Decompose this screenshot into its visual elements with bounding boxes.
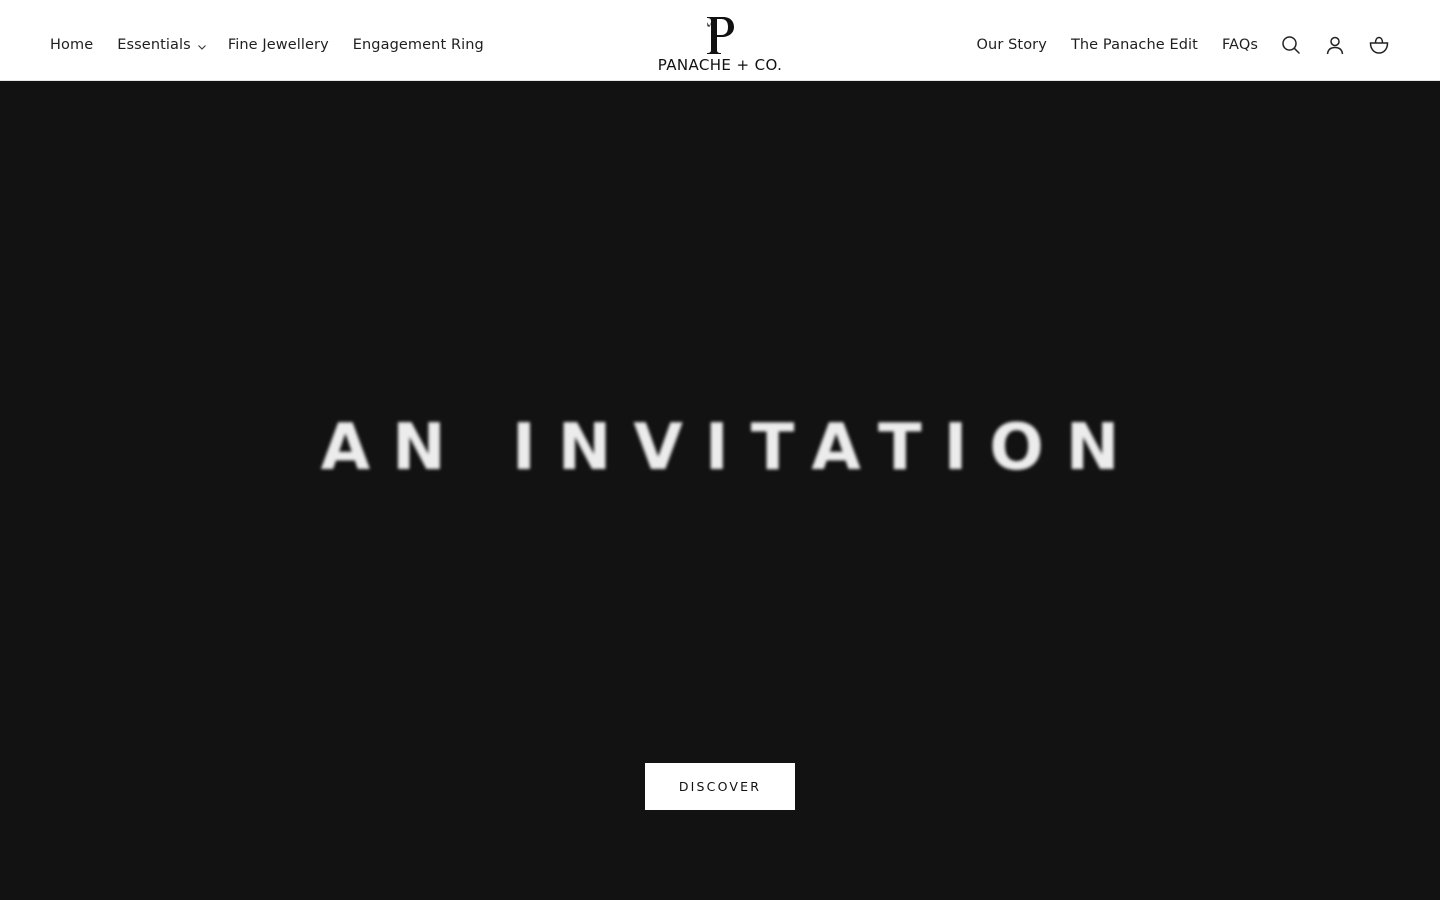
account-icon [1326,36,1344,55]
brand-logo[interactable]: PANACHE + CO. [650,14,790,76]
nav-panache-edit[interactable]: The Panache Edit [1071,37,1198,53]
hero-title: AN INVITATION [320,411,1142,485]
nav-fine-jewellery[interactable]: Fine Jewellery [228,37,329,53]
discover-button[interactable]: DISCOVER [645,763,795,810]
nav-home[interactable]: Home [50,37,93,53]
nav-engagement-ring[interactable]: Engagement Ring [353,37,484,53]
nav-essentials-dropdown[interactable]: Essentials [117,37,207,53]
account-button[interactable] [1324,34,1346,56]
nav-essentials[interactable]: Essentials [117,37,191,53]
search-icon [1282,36,1300,54]
nav-faqs[interactable]: FAQs [1222,37,1258,53]
search-button[interactable] [1280,34,1302,56]
cart-button[interactable] [1368,34,1390,56]
p-monogram-logo-icon [707,17,734,54]
primary-nav-right: Our Story The Panache Edit FAQs [953,0,1390,90]
chevron-down-icon [197,44,206,50]
brand-name: PANACHE + CO. [657,56,783,74]
site-header: Home Essentials Fine Jewellery Engagemen… [0,0,1440,81]
cart-icon [1369,36,1389,54]
hero-banner: AN INVITATION DISCOVER [0,81,1440,900]
primary-nav-left: Home Essentials Fine Jewellery Engagemen… [50,0,508,90]
nav-our-story[interactable]: Our Story [977,37,1047,53]
